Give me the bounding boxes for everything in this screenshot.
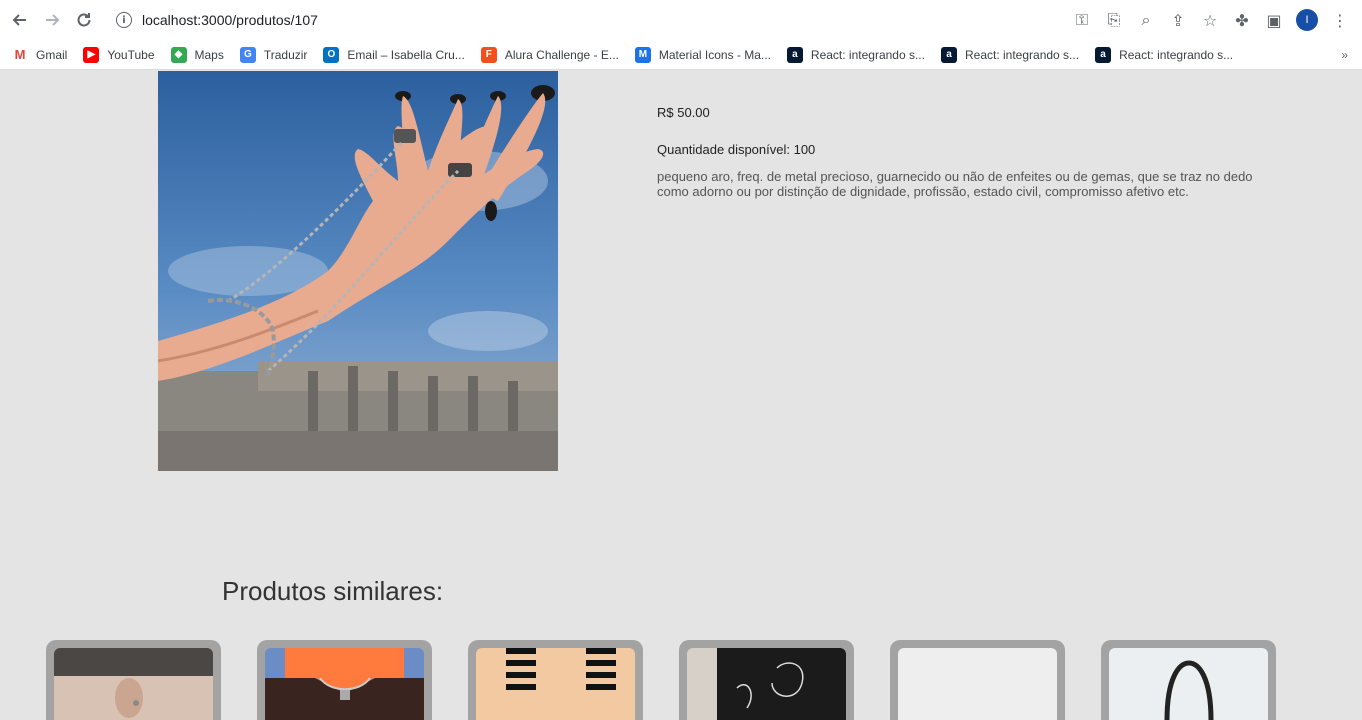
similar-card-4[interactable] xyxy=(679,640,854,720)
address-bar[interactable]: i localhost:3000/produtos/107 xyxy=(108,4,1058,36)
similar-card-image xyxy=(476,648,635,720)
extensions-icon[interactable]: ✤ xyxy=(1228,6,1256,34)
star-icon[interactable]: ☆ xyxy=(1196,6,1224,34)
product-image xyxy=(158,71,558,471)
similar-card-image xyxy=(687,648,846,720)
browser-toolbar: i localhost:3000/produtos/107 ⚿ ⎘ ⌕ ⇪ ☆ … xyxy=(0,0,1362,40)
youtube-icon: ▶ xyxy=(83,46,100,63)
maps-icon: ◆ xyxy=(170,46,187,63)
alura-icon: a xyxy=(786,46,803,63)
alura-icon: a xyxy=(1095,46,1112,63)
alura-icon: a xyxy=(940,46,957,63)
similar-products-title: Produtos similares: xyxy=(222,576,444,606)
more-bookmarks-icon[interactable]: » xyxy=(1341,48,1348,62)
bookmark-youtube[interactable]: ▶ YouTube xyxy=(83,46,155,63)
bookmark-gmail[interactable]: M Gmail xyxy=(12,46,67,63)
material-icon: M xyxy=(634,46,651,63)
bookmark-translate[interactable]: G Traduzir xyxy=(239,46,307,63)
side-panel-icon[interactable]: ▣ xyxy=(1260,6,1288,34)
similar-card-2[interactable] xyxy=(257,640,432,720)
key-icon[interactable]: ⚿ xyxy=(1068,6,1096,34)
translate-page-icon[interactable]: ⎘ xyxy=(1100,6,1128,34)
similar-products-list xyxy=(46,640,1276,720)
figma-icon: F xyxy=(480,46,497,63)
outlook-icon: O xyxy=(323,46,340,63)
avatar[interactable]: I xyxy=(1296,9,1318,31)
similar-card-image xyxy=(898,648,1057,720)
bookmark-figma[interactable]: F Alura Challenge - E... xyxy=(480,46,619,63)
similar-card-image xyxy=(1109,648,1268,720)
bookmark-react-2[interactable]: a React: integrando s... xyxy=(940,46,1079,63)
reload-icon[interactable] xyxy=(68,4,100,36)
similar-card-6[interactable] xyxy=(1101,640,1276,720)
product-price: R$ 50.00 xyxy=(657,105,710,120)
product-quantity: Quantidade disponível: 100 xyxy=(657,142,816,157)
bookmarks-bar: M Gmail ▶ YouTube ◆ Maps G Traduzir O Em… xyxy=(0,40,1362,70)
similar-card-1[interactable] xyxy=(46,640,221,720)
translate-icon: G xyxy=(239,46,256,63)
menu-icon[interactable]: ⋮ xyxy=(1326,6,1354,34)
back-icon[interactable] xyxy=(4,4,36,36)
similar-card-3[interactable] xyxy=(468,640,643,720)
gmail-icon: M xyxy=(12,46,28,63)
similar-card-5[interactable] xyxy=(890,640,1065,720)
bookmark-outlook[interactable]: O Email – Isabella Cru... xyxy=(323,46,465,63)
url-text: localhost:3000/produtos/107 xyxy=(142,12,318,28)
forward-icon[interactable] xyxy=(36,4,68,36)
bookmark-react-1[interactable]: a React: integrando s... xyxy=(786,46,925,63)
site-info-icon[interactable]: i xyxy=(116,12,132,28)
bookmark-maps[interactable]: ◆ Maps xyxy=(170,46,224,63)
similar-card-image xyxy=(54,648,213,720)
zoom-icon[interactable]: ⌕ xyxy=(1132,6,1160,34)
share-icon[interactable]: ⇪ xyxy=(1164,6,1192,34)
product-description: pequeno aro, freq. de metal precioso, gu… xyxy=(657,169,1253,199)
similar-card-image xyxy=(265,648,424,720)
bookmark-react-3[interactable]: a React: integrando s... xyxy=(1095,46,1233,63)
bookmark-material-icons[interactable]: M Material Icons - Ma... xyxy=(634,46,771,63)
